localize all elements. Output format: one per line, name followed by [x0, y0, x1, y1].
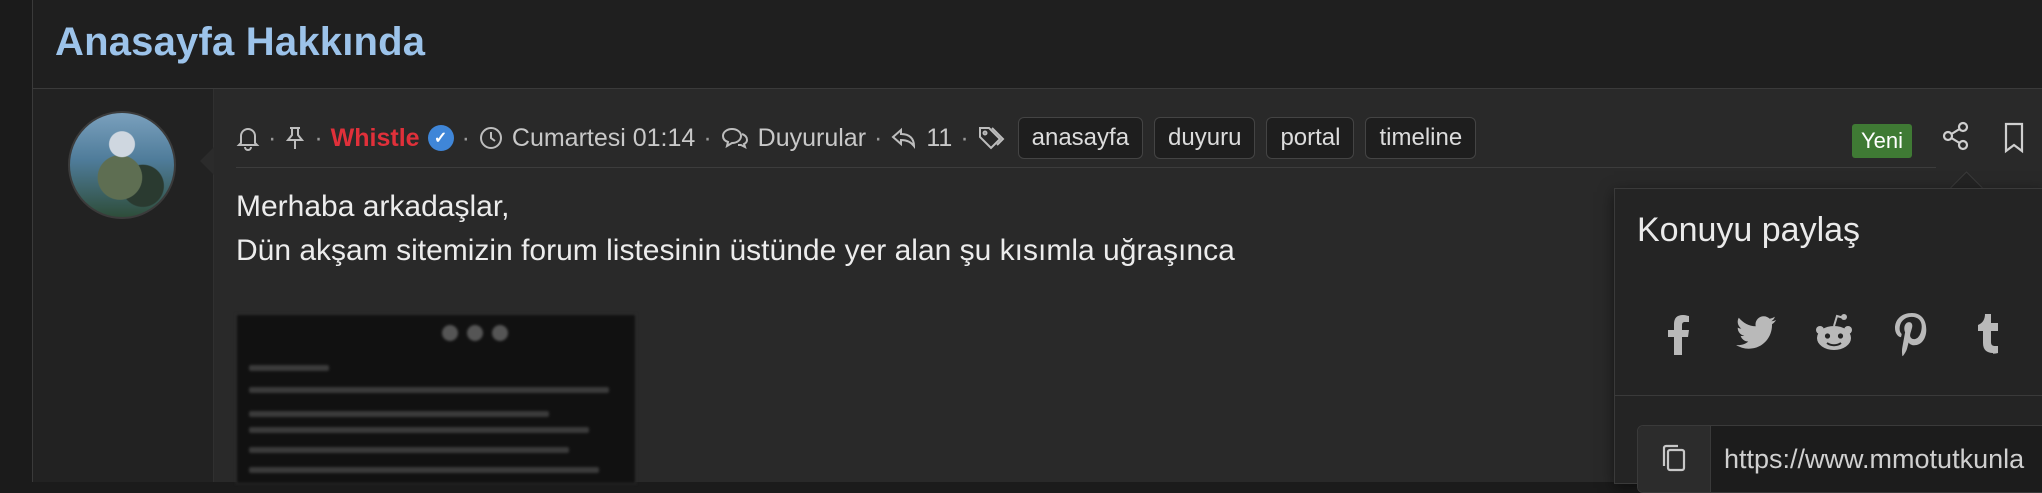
- thumb-blur-shape: [249, 387, 609, 393]
- bookmark-icon: [2004, 122, 2024, 154]
- share-url-field[interactable]: https://www.mmotutkunla: [1637, 425, 2042, 493]
- meta-divider: [236, 167, 1936, 168]
- tag-link[interactable]: duyuru: [1154, 117, 1256, 159]
- reply-count: 11: [926, 123, 953, 152]
- clock-icon: [478, 125, 504, 151]
- thumb-blur-shape: [249, 365, 329, 371]
- pin-icon: [284, 125, 306, 151]
- verified-badge-icon: ✓: [427, 125, 454, 151]
- tag-link[interactable]: portal: [1266, 117, 1355, 159]
- thumb-blur-shape: [249, 467, 599, 473]
- bookmark-button[interactable]: [1997, 119, 2031, 157]
- share-icon: [1942, 121, 1969, 151]
- thumb-blur-shape: [442, 325, 458, 341]
- separator-dot: ·: [874, 123, 883, 152]
- post-date-link[interactable]: Cumartesi 01:14: [512, 124, 695, 153]
- thumb-blur-shape: [249, 427, 589, 433]
- tumblr-icon[interactable]: [1965, 309, 2013, 357]
- post-body-line: Merhaba arkadaşlar,: [236, 190, 510, 223]
- separator-dot: ·: [268, 123, 277, 152]
- post-body: Merhaba arkadaşlar, Dün akşam sitemizin …: [236, 185, 1235, 273]
- tag-link[interactable]: anasayfa: [1017, 117, 1144, 159]
- thumb-blur-shape: [467, 325, 483, 341]
- copy-url-button[interactable]: [1638, 426, 1711, 492]
- post-meta: · · Whistle ✓ · Cumartesi 01:14 · Duyuru…: [236, 115, 1477, 161]
- username-link[interactable]: Whistle: [331, 124, 420, 153]
- thumb-blur-shape: [249, 411, 549, 417]
- post-user-column: [33, 89, 214, 482]
- reply-icon: [890, 125, 918, 151]
- post-body-line: Dün akşam sitemizin forum listesinin üst…: [236, 234, 1235, 267]
- separator-dot: ·: [703, 123, 712, 152]
- tags-icon: [977, 125, 1007, 151]
- post-pointer: [200, 147, 214, 175]
- comments-icon: [720, 125, 750, 151]
- popup-divider: [1615, 395, 2042, 396]
- share-button[interactable]: [1939, 119, 1973, 153]
- twitter-icon[interactable]: [1732, 309, 1780, 357]
- share-url-text: https://www.mmotutkunla: [1724, 444, 2025, 474]
- copy-icon: [1662, 444, 1686, 472]
- tag-link[interactable]: timeline: [1365, 117, 1477, 159]
- thumb-blur-shape: [492, 325, 508, 341]
- new-badge: Yeni: [1852, 124, 1913, 158]
- separator-dot: ·: [960, 123, 969, 152]
- pinterest-icon[interactable]: [1887, 309, 1935, 357]
- forum-link[interactable]: Duyurular: [758, 124, 866, 153]
- bell-icon[interactable]: [236, 125, 260, 151]
- separator-dot: ·: [461, 123, 470, 152]
- post-image[interactable]: [236, 314, 636, 484]
- thumb-blur-shape: [249, 447, 569, 453]
- facebook-icon[interactable]: [1655, 309, 1703, 357]
- avatar[interactable]: [68, 111, 176, 219]
- page-title: Anasayfa Hakkında: [55, 20, 426, 64]
- share-popup: Konuyu paylaş https://www.mmotutkunla: [1614, 188, 2042, 493]
- thread-header: Anasayfa Hakkında: [33, 0, 2042, 89]
- share-popup-title: Konuyu paylaş: [1637, 211, 1861, 249]
- reddit-icon[interactable]: [1810, 309, 1858, 357]
- separator-dot: ·: [314, 123, 323, 152]
